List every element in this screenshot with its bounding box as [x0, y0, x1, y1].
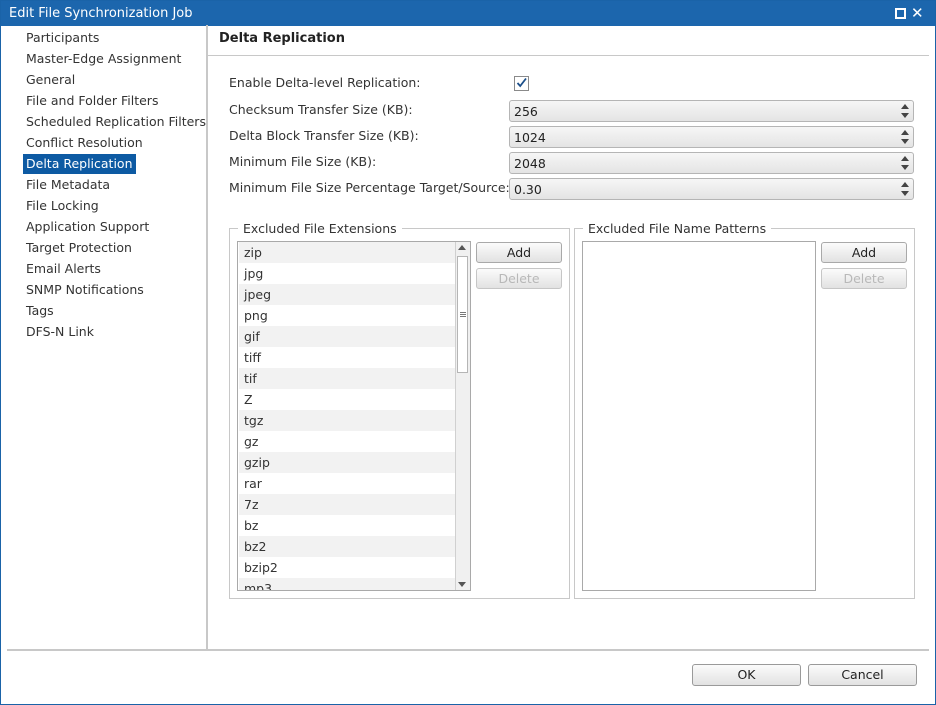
page-title: Delta Replication [219, 31, 345, 46]
sidebar-item-target-protection[interactable]: Target Protection [23, 238, 135, 258]
extensions-scrollbar[interactable] [455, 242, 470, 590]
sidebar-item-file-and-folder-filters[interactable]: File and Folder Filters [23, 91, 161, 111]
spin-down-icon[interactable] [901, 139, 909, 144]
spin-down-icon[interactable] [901, 113, 909, 118]
spin-up-icon[interactable] [901, 182, 909, 187]
extensions-list[interactable]: zip jpg jpeg png gif tiff tif Z tgz gz g… [237, 241, 471, 591]
spinner-arrows[interactable] [899, 180, 911, 198]
checksum-size-label: Checksum Transfer Size (KB): [229, 102, 413, 117]
spinner-arrows[interactable] [899, 154, 911, 172]
sidebar-item-general[interactable]: General [23, 70, 78, 90]
excluded-extensions-legend: Excluded File Extensions [238, 221, 402, 236]
list-item[interactable]: png [239, 305, 455, 326]
delta-block-size-spinner[interactable]: 1024 [509, 126, 914, 148]
min-file-pct-spinner[interactable]: 0.30 [509, 178, 914, 200]
list-item[interactable]: bz [239, 515, 455, 536]
list-item[interactable]: 7z [239, 494, 455, 515]
list-item[interactable]: tif [239, 368, 455, 389]
spin-up-icon[interactable] [901, 104, 909, 109]
grip-line [460, 312, 466, 313]
sidebar-item-delta-replication[interactable]: Delta Replication [23, 154, 136, 174]
sidebar-item-conflict-resolution[interactable]: Conflict Resolution [23, 133, 146, 153]
spin-down-icon[interactable] [901, 165, 909, 170]
delete-extension-button[interactable]: Delete [476, 268, 562, 289]
enable-delta-checkbox[interactable] [514, 76, 529, 91]
sidebar-item-dfs-n-link[interactable]: DFS-N Link [23, 322, 97, 342]
sidebar-item-file-locking[interactable]: File Locking [23, 196, 102, 216]
list-item[interactable]: tiff [239, 347, 455, 368]
add-extension-button[interactable]: Add [476, 242, 562, 263]
grip-line [460, 314, 466, 315]
maximize-icon[interactable] [895, 8, 906, 19]
sidebar-item-file-metadata[interactable]: File Metadata [23, 175, 113, 195]
list-item[interactable]: tgz [239, 410, 455, 431]
enable-delta-label: Enable Delta-level Replication: [229, 75, 421, 90]
min-file-pct-value[interactable]: 0.30 [514, 182, 542, 197]
delete-pattern-button[interactable]: Delete [821, 268, 907, 289]
list-item[interactable]: gzip [239, 452, 455, 473]
title-bar[interactable]: Edit File Synchronization Job ✕ [1, 1, 935, 26]
close-icon[interactable]: ✕ [911, 3, 924, 22]
list-item[interactable]: bz2 [239, 536, 455, 557]
spin-up-icon[interactable] [901, 130, 909, 135]
list-item[interactable]: mp3 [239, 578, 455, 590]
min-file-size-spinner[interactable]: 2048 [509, 152, 914, 174]
list-item[interactable]: jpg [239, 263, 455, 284]
list-item[interactable]: gif [239, 326, 455, 347]
add-pattern-button[interactable]: Add [821, 242, 907, 263]
title-divider [207, 55, 929, 56]
patterns-list[interactable] [582, 241, 816, 591]
min-file-pct-label: Minimum File Size Percentage Target/Sour… [229, 180, 510, 195]
list-item[interactable]: bzip2 [239, 557, 455, 578]
spinner-arrows[interactable] [899, 128, 911, 146]
sidebar-item-email-alerts[interactable]: Email Alerts [23, 259, 104, 279]
sidebar-item-tags[interactable]: Tags [23, 301, 57, 321]
spinner-arrows[interactable] [899, 102, 911, 120]
checksum-size-value[interactable]: 256 [514, 104, 538, 119]
spin-down-icon[interactable] [901, 191, 909, 196]
sidebar-item-scheduled-replication-filters[interactable]: Scheduled Replication Filters [23, 112, 209, 132]
sidebar-item-master-edge-assignment[interactable]: Master-Edge Assignment [23, 49, 184, 69]
checkmark-icon [516, 77, 527, 88]
cancel-button[interactable]: Cancel [808, 664, 917, 686]
footer-divider [7, 649, 929, 651]
list-item[interactable]: zip [239, 242, 455, 263]
sidebar-item-snmp-notifications[interactable]: SNMP Notifications [23, 280, 147, 300]
checksum-size-spinner[interactable]: 256 [509, 100, 914, 122]
sidebar-item-participants[interactable]: Participants [23, 28, 102, 48]
min-file-size-label: Minimum File Size (KB): [229, 154, 377, 169]
sidebar-item-application-support[interactable]: Application Support [23, 217, 152, 237]
sidebar: Participants Master-Edge Assignment Gene… [7, 25, 208, 649]
list-item[interactable]: Z [239, 389, 455, 410]
scroll-down-icon[interactable] [458, 582, 466, 587]
window-title: Edit File Synchronization Job [9, 6, 193, 21]
ok-button[interactable]: OK [692, 664, 801, 686]
min-file-size-value[interactable]: 2048 [514, 156, 546, 171]
scroll-up-icon[interactable] [458, 245, 466, 250]
list-item[interactable]: rar [239, 473, 455, 494]
grip-line [460, 316, 466, 317]
list-item[interactable]: jpeg [239, 284, 455, 305]
scroll-thumb[interactable] [457, 256, 468, 373]
excluded-patterns-legend: Excluded File Name Patterns [583, 221, 772, 236]
list-item[interactable]: gz [239, 431, 455, 452]
delta-block-size-label: Delta Block Transfer Size (KB): [229, 128, 419, 143]
delta-block-size-value[interactable]: 1024 [514, 130, 546, 145]
spin-up-icon[interactable] [901, 156, 909, 161]
